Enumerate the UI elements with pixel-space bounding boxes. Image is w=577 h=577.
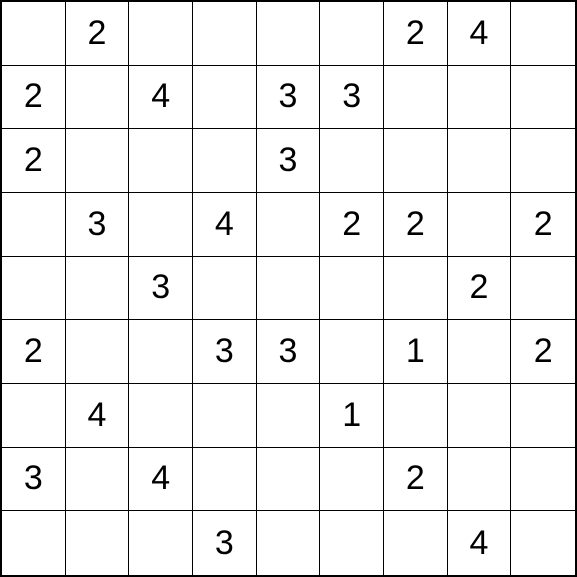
- cell-r3-c2[interactable]: [129, 193, 193, 257]
- cell-r0-c0[interactable]: [2, 2, 66, 66]
- cell-r7-c3[interactable]: [193, 448, 257, 512]
- cell-r6-c8[interactable]: [511, 384, 575, 448]
- cell-r6-c4[interactable]: [257, 384, 321, 448]
- cell-r7-c5[interactable]: [320, 448, 384, 512]
- cell-r6-c7[interactable]: [448, 384, 512, 448]
- cell-r8-c5[interactable]: [320, 511, 384, 575]
- cell-r1-c0[interactable]: 2: [2, 66, 66, 130]
- cell-r6-c2[interactable]: [129, 384, 193, 448]
- cell-r4-c7[interactable]: 2: [448, 257, 512, 321]
- cell-r3-c3[interactable]: 4: [193, 193, 257, 257]
- cell-r1-c1[interactable]: [66, 66, 130, 130]
- cell-r6-c6[interactable]: [384, 384, 448, 448]
- cell-r8-c6[interactable]: [384, 511, 448, 575]
- cell-r6-c0[interactable]: [2, 384, 66, 448]
- cell-r0-c7[interactable]: 4: [448, 2, 512, 66]
- cell-r4-c3[interactable]: [193, 257, 257, 321]
- cell-r1-c8[interactable]: [511, 66, 575, 130]
- cell-r4-c1[interactable]: [66, 257, 130, 321]
- cell-r1-c4[interactable]: 3: [257, 66, 321, 130]
- cell-r5-c6[interactable]: 1: [384, 320, 448, 384]
- cell-r6-c3[interactable]: [193, 384, 257, 448]
- cell-r3-c7[interactable]: [448, 193, 512, 257]
- cell-r5-c4[interactable]: 3: [257, 320, 321, 384]
- cell-r3-c4[interactable]: [257, 193, 321, 257]
- cell-r5-c3[interactable]: 3: [193, 320, 257, 384]
- cell-r3-c8[interactable]: 2: [511, 193, 575, 257]
- cell-r4-c4[interactable]: [257, 257, 321, 321]
- cell-r0-c5[interactable]: [320, 2, 384, 66]
- cell-r7-c1[interactable]: [66, 448, 130, 512]
- cell-r5-c5[interactable]: [320, 320, 384, 384]
- cell-r8-c3[interactable]: 3: [193, 511, 257, 575]
- cell-r6-c5[interactable]: 1: [320, 384, 384, 448]
- cell-r8-c8[interactable]: [511, 511, 575, 575]
- cell-r7-c6[interactable]: 2: [384, 448, 448, 512]
- cell-r7-c8[interactable]: [511, 448, 575, 512]
- cell-r2-c0[interactable]: 2: [2, 129, 66, 193]
- cell-r0-c1[interactable]: 2: [66, 2, 130, 66]
- cell-r2-c2[interactable]: [129, 129, 193, 193]
- cell-r1-c2[interactable]: 4: [129, 66, 193, 130]
- cell-r4-c8[interactable]: [511, 257, 575, 321]
- cell-r1-c5[interactable]: 3: [320, 66, 384, 130]
- cell-r5-c7[interactable]: [448, 320, 512, 384]
- cell-r8-c4[interactable]: [257, 511, 321, 575]
- cell-r7-c0[interactable]: 3: [2, 448, 66, 512]
- cell-r2-c8[interactable]: [511, 129, 575, 193]
- puzzle-grid: 2242433233422232233124134234: [0, 0, 577, 577]
- cell-r8-c0[interactable]: [2, 511, 66, 575]
- cell-r5-c0[interactable]: 2: [2, 320, 66, 384]
- cell-r7-c4[interactable]: [257, 448, 321, 512]
- cell-r4-c0[interactable]: [2, 257, 66, 321]
- cell-r1-c6[interactable]: [384, 66, 448, 130]
- cell-r6-c1[interactable]: 4: [66, 384, 130, 448]
- cell-r0-c6[interactable]: 2: [384, 2, 448, 66]
- cell-r2-c5[interactable]: [320, 129, 384, 193]
- cell-r4-c2[interactable]: 3: [129, 257, 193, 321]
- cell-r0-c4[interactable]: [257, 2, 321, 66]
- cell-r7-c7[interactable]: [448, 448, 512, 512]
- cell-r5-c8[interactable]: 2: [511, 320, 575, 384]
- cell-r3-c6[interactable]: 2: [384, 193, 448, 257]
- cell-r0-c8[interactable]: [511, 2, 575, 66]
- cell-r2-c1[interactable]: [66, 129, 130, 193]
- cell-r8-c1[interactable]: [66, 511, 130, 575]
- cell-r0-c3[interactable]: [193, 2, 257, 66]
- cell-r1-c7[interactable]: [448, 66, 512, 130]
- cell-r3-c1[interactable]: 3: [66, 193, 130, 257]
- cell-r3-c5[interactable]: 2: [320, 193, 384, 257]
- cell-r2-c7[interactable]: [448, 129, 512, 193]
- cell-r3-c0[interactable]: [2, 193, 66, 257]
- cell-r8-c7[interactable]: 4: [448, 511, 512, 575]
- cell-r4-c5[interactable]: [320, 257, 384, 321]
- cell-r8-c2[interactable]: [129, 511, 193, 575]
- cell-r2-c4[interactable]: 3: [257, 129, 321, 193]
- cell-r7-c2[interactable]: 4: [129, 448, 193, 512]
- cell-r1-c3[interactable]: [193, 66, 257, 130]
- cell-r0-c2[interactable]: [129, 2, 193, 66]
- cell-r4-c6[interactable]: [384, 257, 448, 321]
- cell-r5-c1[interactable]: [66, 320, 130, 384]
- cell-r2-c3[interactable]: [193, 129, 257, 193]
- cell-r2-c6[interactable]: [384, 129, 448, 193]
- cell-r5-c2[interactable]: [129, 320, 193, 384]
